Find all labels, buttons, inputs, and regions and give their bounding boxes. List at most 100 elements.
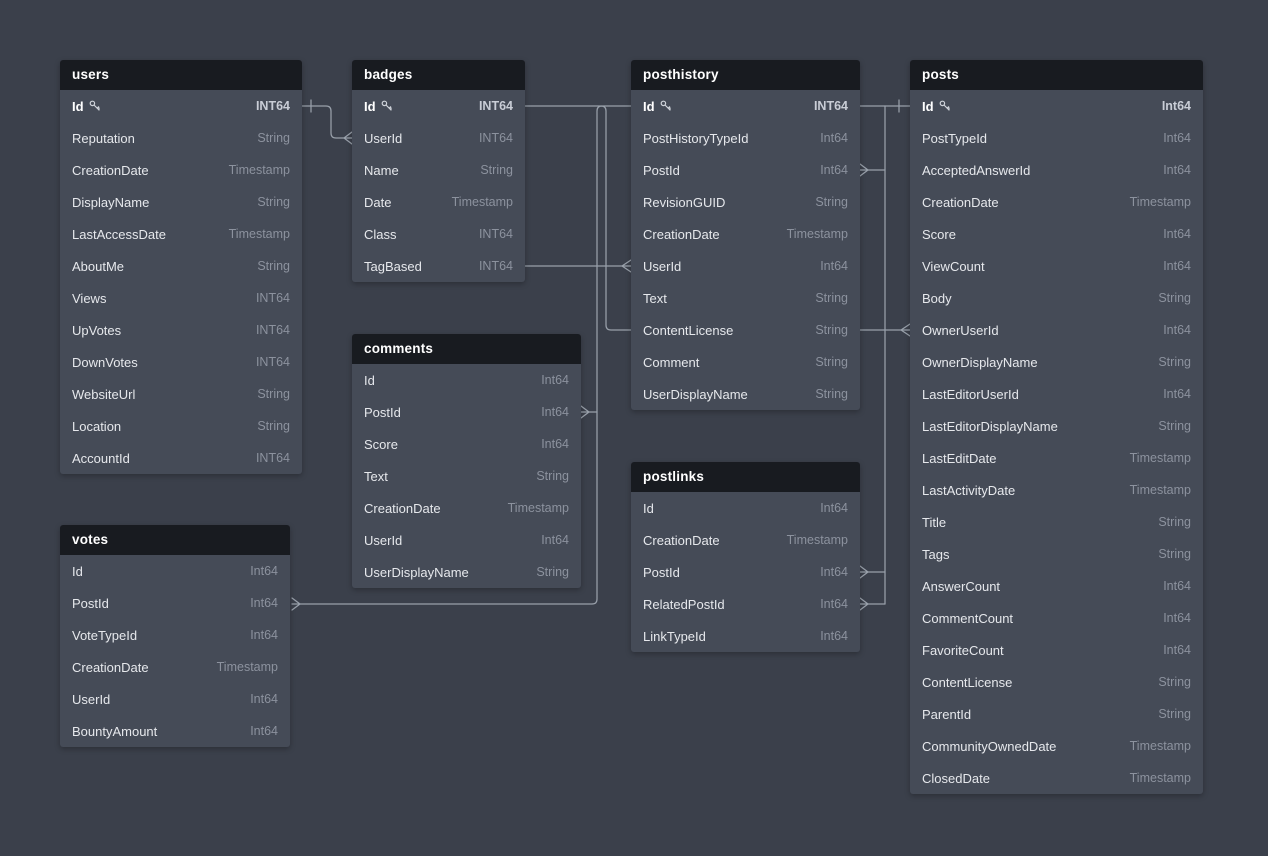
table-row-posts-AcceptedAnswerId[interactable]: AcceptedAnswerId Int64	[910, 154, 1203, 186]
table-row-users-AccountId[interactable]: AccountId INT64	[60, 442, 302, 474]
table-row-posts-LastEditorUserId[interactable]: LastEditorUserId Int64	[910, 378, 1203, 410]
field-name: UserId	[643, 259, 681, 274]
table-row-posts-PostTypeId[interactable]: PostTypeId Int64	[910, 122, 1203, 154]
field-type: INT64	[479, 227, 513, 241]
table-posthistory[interactable]: posthistory Id INT64 PostHistoryTypeId I…	[631, 60, 860, 410]
table-title-comments[interactable]: comments	[352, 334, 581, 364]
table-row-badges-Name[interactable]: Name String	[352, 154, 525, 186]
table-row-badges-UserId[interactable]: UserId INT64	[352, 122, 525, 154]
table-row-posts-OwnerUserId[interactable]: OwnerUserId Int64	[910, 314, 1203, 346]
table-row-users-DisplayName[interactable]: DisplayName String	[60, 186, 302, 218]
table-row-posthistory-Comment[interactable]: Comment String	[631, 346, 860, 378]
table-title-postlinks[interactable]: postlinks	[631, 462, 860, 492]
table-row-posthistory-Id[interactable]: Id INT64	[631, 90, 860, 122]
field-name: ContentLicense	[643, 323, 733, 338]
field-type: INT64	[256, 355, 290, 369]
table-title-posthistory[interactable]: posthistory	[631, 60, 860, 90]
table-row-posts-CreationDate[interactable]: CreationDate Timestamp	[910, 186, 1203, 218]
table-row-comments-PostId[interactable]: PostId Int64	[352, 396, 581, 428]
table-row-posts-ClosedDate[interactable]: ClosedDate Timestamp	[910, 762, 1203, 794]
table-title-posts[interactable]: posts	[910, 60, 1203, 90]
table-row-votes-CreationDate[interactable]: CreationDate Timestamp	[60, 651, 290, 683]
table-row-postlinks-PostId[interactable]: PostId Int64	[631, 556, 860, 588]
table-row-comments-Text[interactable]: Text String	[352, 460, 581, 492]
table-row-badges-Id[interactable]: Id INT64	[352, 90, 525, 122]
table-row-votes-BountyAmount[interactable]: BountyAmount Int64	[60, 715, 290, 747]
table-votes[interactable]: votes Id Int64 PostId Int64 VoteTypeId I…	[60, 525, 290, 747]
table-title-users[interactable]: users	[60, 60, 302, 90]
table-row-users-LastAccessDate[interactable]: LastAccessDate Timestamp	[60, 218, 302, 250]
table-title-votes[interactable]: votes	[60, 525, 290, 555]
field-name: LastEditorDisplayName	[922, 419, 1058, 434]
table-row-posts-FavoriteCount[interactable]: FavoriteCount Int64	[910, 634, 1203, 666]
table-row-badges-TagBased[interactable]: TagBased INT64	[352, 250, 525, 282]
field-name: AcceptedAnswerId	[922, 163, 1030, 178]
table-row-posthistory-UserId[interactable]: UserId Int64	[631, 250, 860, 282]
table-row-postlinks-LinkTypeId[interactable]: LinkTypeId Int64	[631, 620, 860, 652]
table-row-votes-VoteTypeId[interactable]: VoteTypeId Int64	[60, 619, 290, 651]
table-row-users-UpVotes[interactable]: UpVotes INT64	[60, 314, 302, 346]
table-row-posts-CommunityOwnedDate[interactable]: CommunityOwnedDate Timestamp	[910, 730, 1203, 762]
table-row-posthistory-Text[interactable]: Text String	[631, 282, 860, 314]
field-name: PostId	[643, 163, 680, 178]
field-type: Timestamp	[1130, 451, 1191, 465]
table-row-posts-ViewCount[interactable]: ViewCount Int64	[910, 250, 1203, 282]
table-row-comments-UserId[interactable]: UserId Int64	[352, 524, 581, 556]
table-row-users-Reputation[interactable]: Reputation String	[60, 122, 302, 154]
table-badges[interactable]: badges Id INT64 UserId INT64 Name String…	[352, 60, 525, 282]
table-row-posts-OwnerDisplayName[interactable]: OwnerDisplayName String	[910, 346, 1203, 378]
table-row-comments-Score[interactable]: Score Int64	[352, 428, 581, 460]
table-row-posts-ParentId[interactable]: ParentId String	[910, 698, 1203, 730]
table-row-posts-AnswerCount[interactable]: AnswerCount Int64	[910, 570, 1203, 602]
field-name: LinkTypeId	[643, 629, 706, 644]
field-name: Text	[364, 469, 388, 484]
table-row-users-Views[interactable]: Views INT64	[60, 282, 302, 314]
table-row-users-AboutMe[interactable]: AboutMe String	[60, 250, 302, 282]
field-type: String	[1158, 707, 1191, 721]
table-row-posthistory-PostId[interactable]: PostId Int64	[631, 154, 860, 186]
table-users[interactable]: users Id INT64 Reputation String Creatio…	[60, 60, 302, 474]
table-row-posts-LastEditDate[interactable]: LastEditDate Timestamp	[910, 442, 1203, 474]
field-type: Int64	[541, 533, 569, 547]
table-row-users-Location[interactable]: Location String	[60, 410, 302, 442]
table-row-badges-Class[interactable]: Class INT64	[352, 218, 525, 250]
table-row-posts-Tags[interactable]: Tags String	[910, 538, 1203, 570]
table-row-posts-ContentLicense[interactable]: ContentLicense String	[910, 666, 1203, 698]
table-row-badges-Date[interactable]: Date Timestamp	[352, 186, 525, 218]
field-type: INT64	[256, 99, 290, 113]
table-row-postlinks-Id[interactable]: Id Int64	[631, 492, 860, 524]
table-row-comments-Id[interactable]: Id Int64	[352, 364, 581, 396]
table-row-comments-CreationDate[interactable]: CreationDate Timestamp	[352, 492, 581, 524]
table-row-votes-UserId[interactable]: UserId Int64	[60, 683, 290, 715]
table-row-posthistory-CreationDate[interactable]: CreationDate Timestamp	[631, 218, 860, 250]
table-row-votes-Id[interactable]: Id Int64	[60, 555, 290, 587]
table-row-posts-Body[interactable]: Body String	[910, 282, 1203, 314]
table-row-postlinks-CreationDate[interactable]: CreationDate Timestamp	[631, 524, 860, 556]
table-row-comments-UserDisplayName[interactable]: UserDisplayName String	[352, 556, 581, 588]
table-row-posts-Score[interactable]: Score Int64	[910, 218, 1203, 250]
table-row-users-DownVotes[interactable]: DownVotes INT64	[60, 346, 302, 378]
table-row-users-Id[interactable]: Id INT64	[60, 90, 302, 122]
table-row-users-WebsiteUrl[interactable]: WebsiteUrl String	[60, 378, 302, 410]
table-title-badges[interactable]: badges	[352, 60, 525, 90]
table-row-posthistory-RevisionGUID[interactable]: RevisionGUID String	[631, 186, 860, 218]
table-row-posthistory-PostHistoryTypeId[interactable]: PostHistoryTypeId Int64	[631, 122, 860, 154]
table-row-posts-Id[interactable]: Id Int64	[910, 90, 1203, 122]
table-postlinks[interactable]: postlinks Id Int64 CreationDate Timestam…	[631, 462, 860, 652]
table-row-posthistory-UserDisplayName[interactable]: UserDisplayName String	[631, 378, 860, 410]
field-type: Int64	[1163, 163, 1191, 177]
field-name: Id	[72, 564, 83, 579]
table-comments[interactable]: comments Id Int64 PostId Int64 Score Int…	[352, 334, 581, 588]
table-row-posts-LastActivityDate[interactable]: LastActivityDate Timestamp	[910, 474, 1203, 506]
table-row-posts-CommentCount[interactable]: CommentCount Int64	[910, 602, 1203, 634]
table-row-posts-LastEditorDisplayName[interactable]: LastEditorDisplayName String	[910, 410, 1203, 442]
table-posts[interactable]: posts Id Int64 PostTypeId Int64 Accepted…	[910, 60, 1203, 794]
table-row-votes-PostId[interactable]: PostId Int64	[60, 587, 290, 619]
table-row-posts-Title[interactable]: Title String	[910, 506, 1203, 538]
table-row-users-CreationDate[interactable]: CreationDate Timestamp	[60, 154, 302, 186]
field-type: String	[1158, 419, 1191, 433]
field-name: Location	[72, 419, 121, 434]
table-row-posthistory-ContentLicense[interactable]: ContentLicense String	[631, 314, 860, 346]
field-name: Id	[364, 373, 375, 388]
table-row-postlinks-RelatedPostId[interactable]: RelatedPostId Int64	[631, 588, 860, 620]
